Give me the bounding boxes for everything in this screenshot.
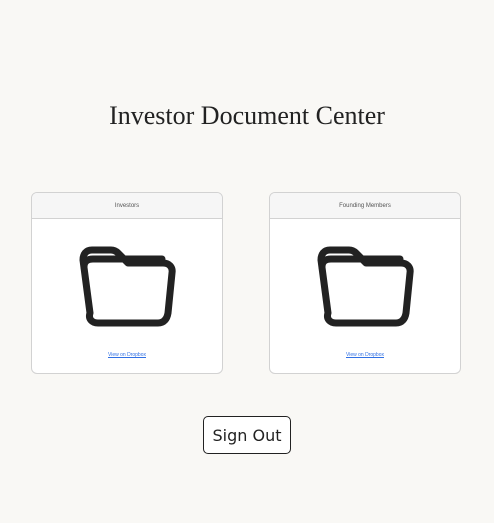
- card-founding-members: Founding Members View on Dropbox: [269, 192, 461, 374]
- card-body: View on Dropbox: [32, 219, 222, 373]
- page: Investor Document Center Investors View …: [0, 0, 494, 523]
- page-title: Investor Document Center: [109, 101, 385, 130]
- card-header: Founding Members: [270, 193, 460, 219]
- card-header: Investors: [32, 193, 222, 219]
- card-body: View on Dropbox: [270, 219, 460, 373]
- view-on-dropbox-link[interactable]: View on Dropbox: [270, 352, 460, 358]
- sign-out-button[interactable]: Sign Out: [203, 416, 291, 454]
- card-investors: Investors View on Dropbox: [31, 192, 223, 374]
- folder-icon: [317, 246, 414, 327]
- view-on-dropbox-link[interactable]: View on Dropbox: [32, 352, 222, 358]
- folder-icon: [79, 246, 176, 327]
